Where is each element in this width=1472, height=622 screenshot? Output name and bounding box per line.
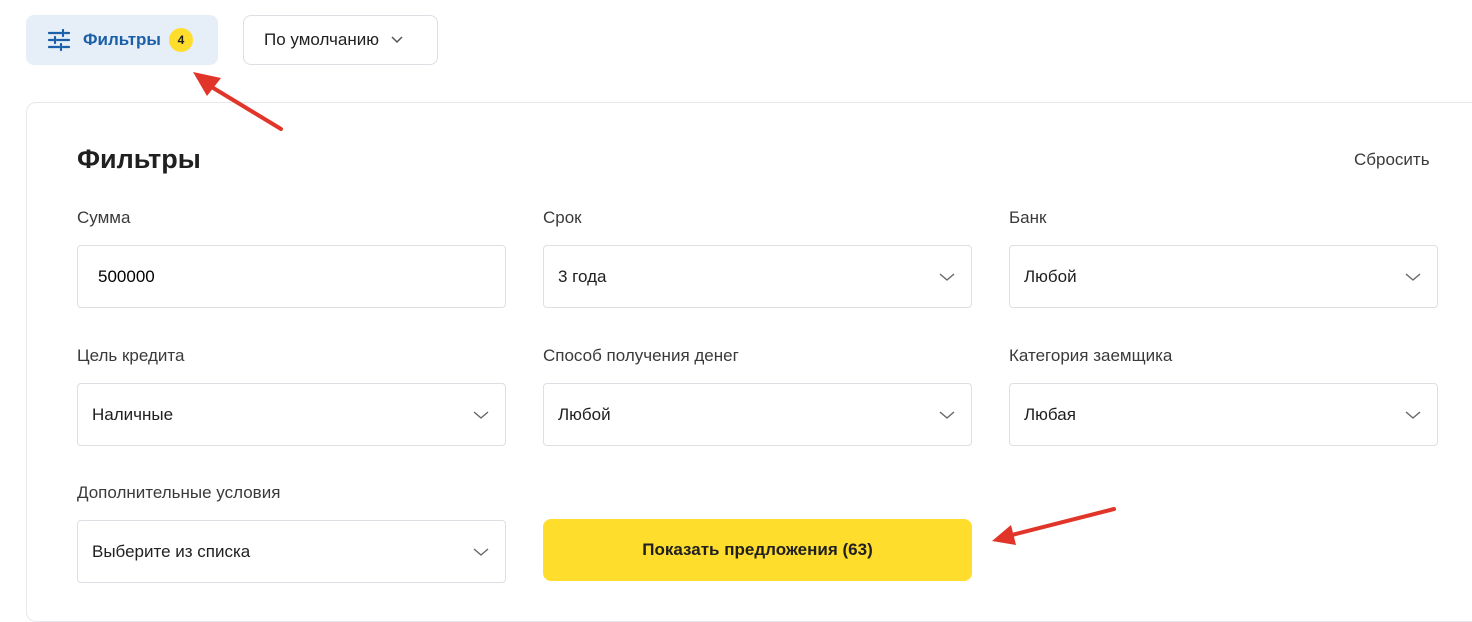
purpose-value: Наличные (92, 404, 174, 424)
bank-label: Банк (1009, 208, 1047, 227)
reset-filters-link[interactable]: Сбросить (1354, 150, 1430, 170)
method-select[interactable]: Любой (543, 383, 972, 446)
method-value: Любой (558, 404, 611, 424)
category-label: Категория заемщика (1009, 346, 1173, 365)
amount-label: Сумма (77, 208, 131, 227)
chevron-down-icon (1405, 410, 1421, 420)
category-value: Любая (1024, 404, 1076, 424)
method-label: Способ получения денег (543, 346, 739, 365)
filters-count-badge: 4 (168, 28, 193, 52)
extra-conditions-value: Выберите из списка (92, 541, 251, 561)
filters-toggle-button[interactable]: Фильтры 4 (26, 15, 218, 65)
amount-field[interactable] (77, 245, 506, 308)
chevron-down-icon (1405, 272, 1421, 282)
purpose-label: Цель кредита (77, 346, 185, 365)
chevron-down-icon (939, 272, 955, 282)
term-select[interactable]: 3 года (543, 245, 972, 308)
extra-conditions-select[interactable]: Выберите из списка (77, 520, 506, 583)
bank-value: Любой (1024, 266, 1077, 286)
show-offers-button[interactable]: Показать предложения (63) (543, 519, 972, 581)
panel-title: Фильтры (77, 144, 201, 174)
amount-input[interactable] (98, 266, 505, 287)
sort-dropdown-label: По умолчанию (264, 30, 379, 49)
filters-toggle-label: Фильтры (83, 30, 161, 49)
chevron-down-icon (939, 410, 955, 420)
category-select[interactable]: Любая (1009, 383, 1438, 446)
extra-conditions-label: Дополнительные условия (77, 483, 281, 502)
chevron-down-icon (473, 410, 489, 420)
chevron-down-icon (473, 547, 489, 557)
bank-select[interactable]: Любой (1009, 245, 1438, 308)
sliders-icon (47, 28, 71, 52)
sort-dropdown[interactable]: По умолчанию (243, 15, 438, 65)
term-value: 3 года (558, 266, 607, 286)
chevron-down-icon (391, 36, 403, 44)
term-label: Срок (543, 208, 582, 227)
purpose-select[interactable]: Наличные (77, 383, 506, 446)
